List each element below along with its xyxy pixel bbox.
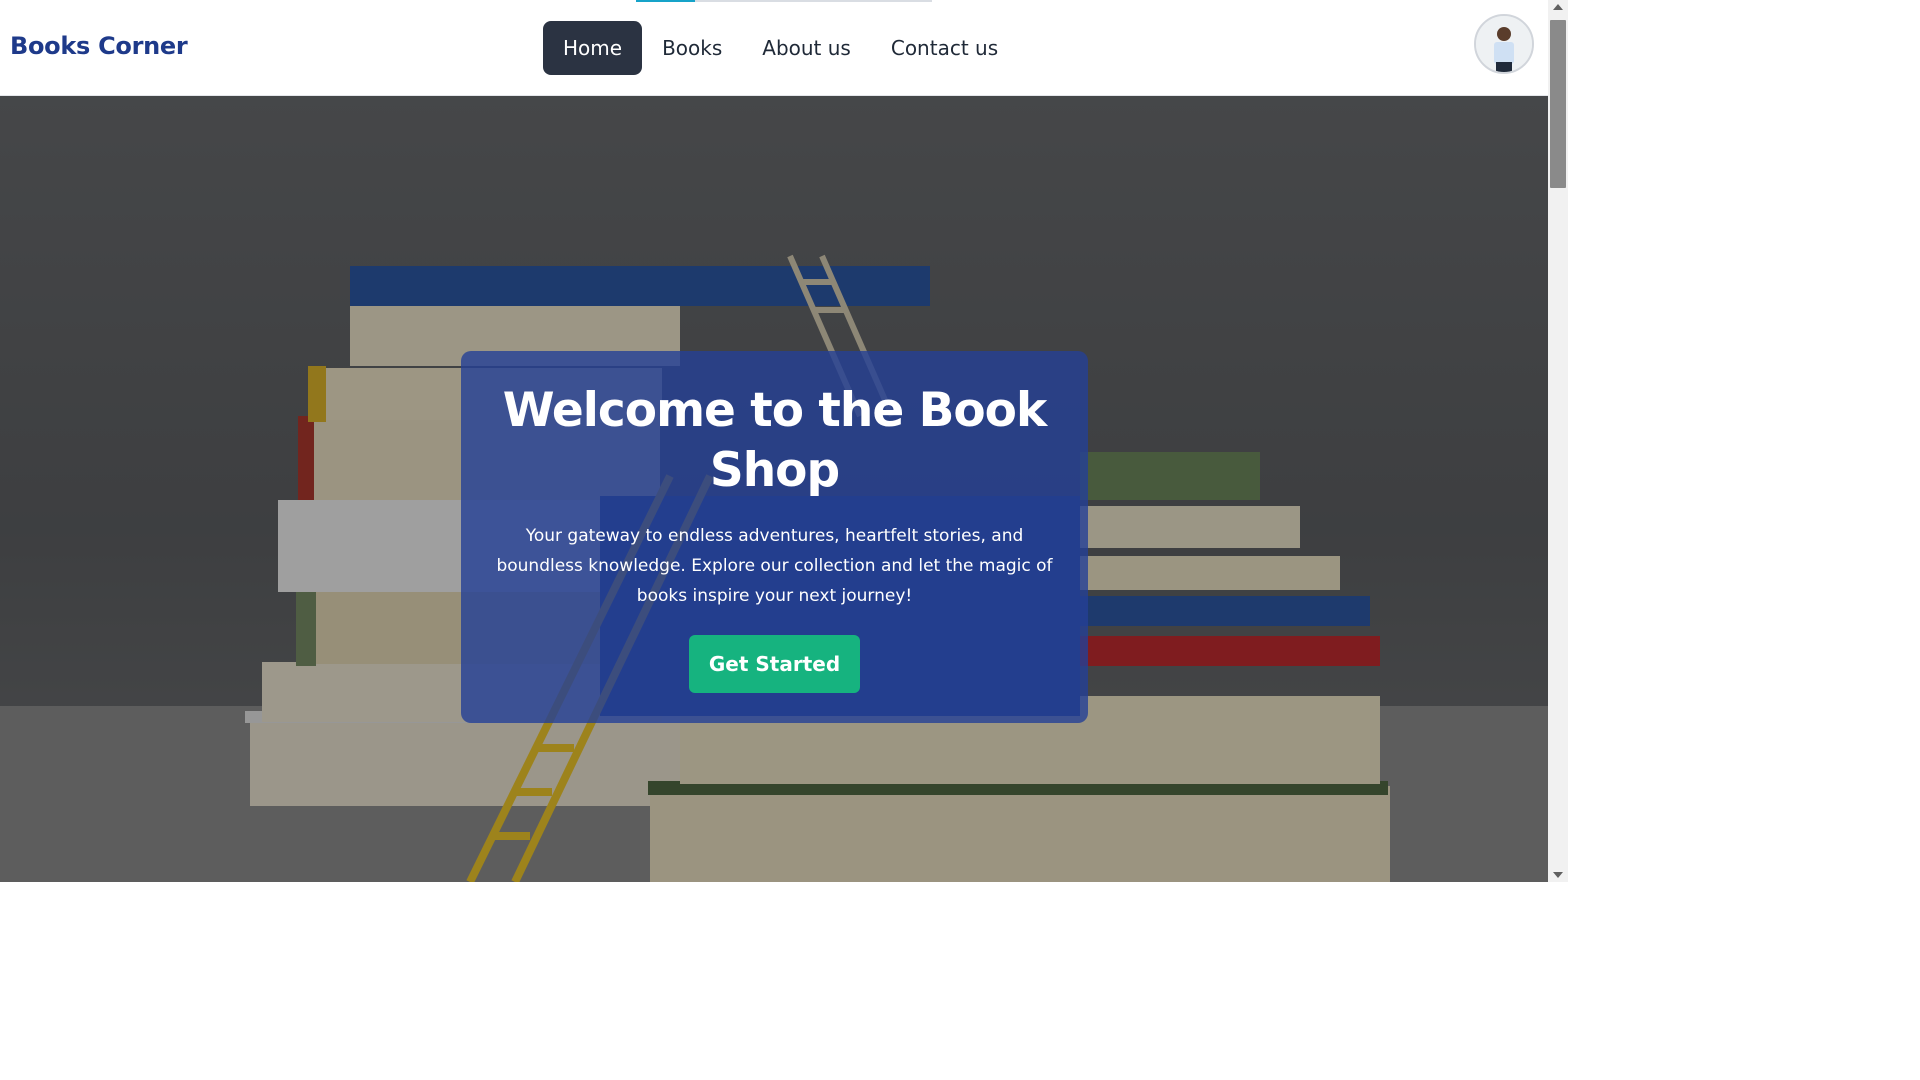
- hero-description: Your gateway to endless adventures, hear…: [496, 526, 1053, 606]
- top-navbar: Books Corner Home Books About us Contact…: [0, 0, 1548, 96]
- nav-books[interactable]: Books: [642, 21, 742, 75]
- vertical-scrollbar[interactable]: [1548, 0, 1568, 882]
- nav-contact-us[interactable]: Contact us: [871, 21, 1018, 75]
- scroll-up-arrow-icon[interactable]: [1553, 4, 1563, 10]
- hero-title: Welcome to the Book Shop: [502, 383, 1047, 498]
- get-started-button[interactable]: Get Started: [688, 635, 861, 693]
- nav-about-us[interactable]: About us: [742, 21, 871, 75]
- brand-logo[interactable]: Books Corner: [10, 32, 188, 60]
- hero-section: Welcome to the Book Shop Your gateway to…: [0, 96, 1548, 882]
- scroll-down-arrow-icon[interactable]: [1553, 872, 1563, 878]
- nav-home[interactable]: Home: [543, 21, 643, 75]
- welcome-card: Welcome to the Book Shop Your gateway to…: [461, 351, 1088, 723]
- page: Welcome to the Book Shop Your gateway to…: [0, 0, 1548, 882]
- user-avatar-icon[interactable]: [1474, 14, 1534, 74]
- main-nav: Home Books About us Contact us: [543, 21, 1018, 75]
- loading-progress-bar: [636, 0, 932, 2]
- scrollbar-thumb[interactable]: [1550, 20, 1566, 188]
